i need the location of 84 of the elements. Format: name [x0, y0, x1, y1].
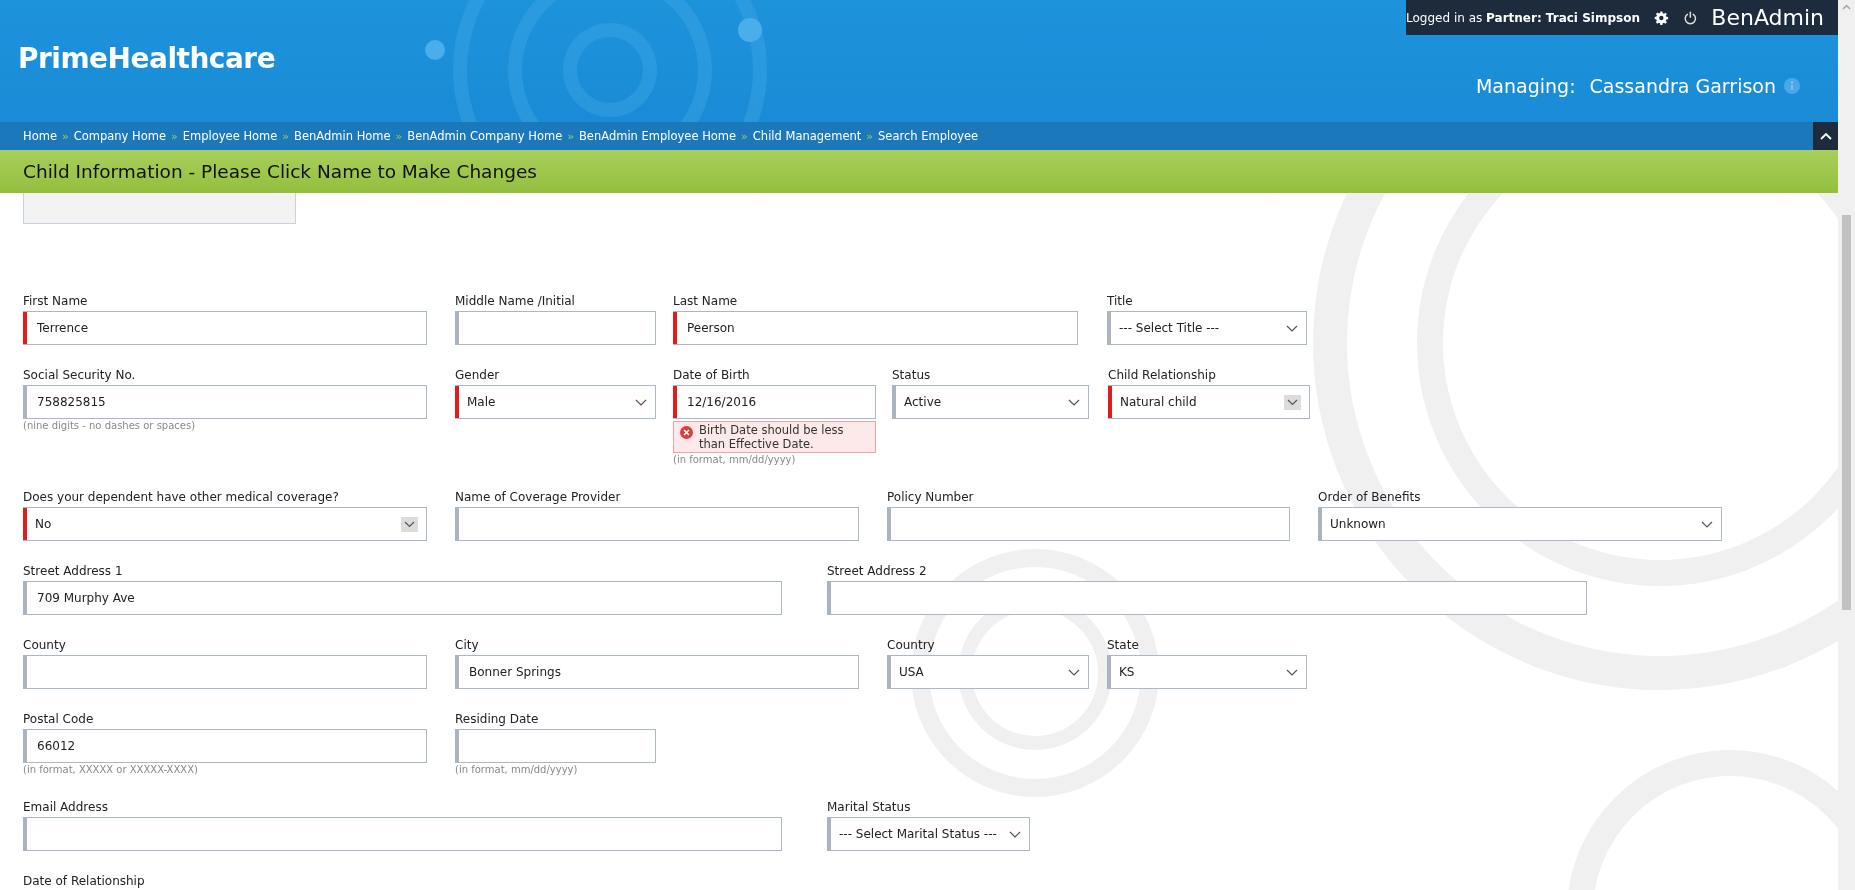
breadcrumb-separator: »	[395, 129, 403, 143]
company-logo: PrimeHealthcare	[17, 41, 276, 77]
breadcrumb-separator: »	[171, 129, 178, 143]
dropdown-field[interactable]: Active	[892, 385, 1089, 419]
field-hint: (in format, XXXXX or XXXXX-XXXX)	[23, 763, 199, 777]
breadcrumb-link[interactable]: Company Home	[73, 129, 167, 143]
breadcrumb-separator: »	[741, 129, 748, 143]
breadcrumb-link[interactable]: BenAdmin Home	[294, 129, 391, 143]
chevron-down-icon	[1009, 830, 1021, 838]
dropdown-field[interactable]: Natural child	[1108, 385, 1310, 419]
field-label: Does your dependent have other medical coverage?	[23, 489, 340, 506]
field-label: County	[23, 637, 67, 654]
breadcrumb-link[interactable]: Child Management	[752, 129, 862, 143]
text-field[interactable]	[455, 311, 656, 345]
breadcrumb-link[interactable]: BenAdmin Employee Home	[578, 129, 737, 143]
field-label: Date of Relationship	[23, 873, 146, 890]
text-field[interactable]: 66012	[23, 729, 427, 763]
breadcrumb-separator: »	[866, 129, 873, 143]
dropdown-field[interactable]: --- Select Title ---	[1107, 311, 1307, 345]
text-field[interactable]	[455, 507, 859, 541]
dropdown-field[interactable]: Unknown	[1318, 507, 1722, 541]
error-icon	[680, 426, 693, 439]
text-field[interactable]	[455, 729, 656, 763]
chevron-down-icon	[1701, 520, 1713, 528]
field-label: Street Address 1	[23, 563, 124, 580]
field-label: Gender	[455, 367, 501, 384]
text-field[interactable]	[887, 507, 1290, 541]
error-text: Birth Date should be less than Effective Date.	[699, 423, 845, 451]
field-label: Status	[892, 367, 932, 384]
managed-employee-name: Cassandra Garrison	[1589, 75, 1776, 97]
field-label: First Name	[23, 293, 89, 310]
breadcrumb-link[interactable]: BenAdmin Company Home	[407, 129, 563, 143]
app-name: BenAdmin	[1711, 5, 1824, 30]
chevron-down-icon	[1286, 668, 1298, 676]
collapse-button[interactable]	[1813, 122, 1838, 150]
field-label: Country	[887, 637, 936, 654]
dropdown-field[interactable]: No	[23, 507, 427, 541]
text-field[interactable]: Peerson	[673, 311, 1078, 345]
page-title: Child Information - Please Click Name to Make Changes	[23, 161, 537, 182]
chevron-down-icon	[1286, 324, 1298, 332]
field-label: Social Security No.	[23, 367, 137, 384]
breadcrumb-link[interactable]: Home	[23, 129, 57, 143]
field-label: Middle Name /Initial	[455, 293, 576, 310]
text-field[interactable]: 758825815	[23, 385, 427, 419]
field-label: Order of Benefits	[1318, 489, 1422, 506]
breadcrumb-separator: »	[567, 129, 574, 143]
text-field[interactable]	[23, 655, 427, 689]
dropdown-field[interactable]: --- Select Marital Status ---	[827, 817, 1030, 851]
field-hint: (in format, mm/dd/yyyy)	[673, 453, 797, 467]
info-icon[interactable]	[1784, 78, 1800, 94]
text-field[interactable]	[23, 817, 782, 851]
managing-label: Managing:	[1475, 75, 1576, 97]
caret-up-icon	[1819, 132, 1832, 140]
dropdown-field[interactable]: Male	[455, 385, 656, 419]
text-field[interactable]: 12/16/2016	[673, 385, 876, 419]
breadcrumb-link[interactable]: Employee Home	[182, 129, 278, 143]
field-label: Title	[1107, 293, 1134, 310]
breadcrumb-separator: »	[61, 129, 69, 143]
field-label: Child Relationship	[1108, 367, 1217, 384]
breadcrumb-link[interactable]: Search Employee	[878, 129, 979, 143]
field-label: Postal Code	[23, 711, 95, 728]
text-field[interactable]: Bonner Springs	[455, 655, 859, 689]
text-field[interactable]	[827, 581, 1587, 615]
field-label: Name of Coverage Provider	[455, 489, 622, 506]
field-label: Residing Date	[455, 711, 540, 728]
logged-in-text: Logged in as Partner: Traci Simpson	[1406, 10, 1640, 25]
field-label: Last Name	[673, 293, 739, 310]
chevron-down-icon	[1068, 668, 1080, 676]
field-label: Email Address	[23, 799, 109, 816]
field-hint: (in format, mm/dd/yyyy)	[455, 763, 579, 777]
field-label: Policy Number	[887, 489, 975, 506]
chevron-down-icon	[635, 398, 647, 406]
field-hint: (nine digits - no dashes or spaces)	[23, 419, 197, 433]
field-label: State	[1107, 637, 1140, 654]
breadcrumb-separator: »	[282, 129, 290, 143]
dropdown-field[interactable]: KS	[1107, 655, 1307, 689]
field-label: Date of Birth	[673, 367, 751, 384]
chevron-down-icon	[1068, 398, 1080, 406]
text-field[interactable]: Terrence	[23, 311, 427, 345]
field-label: City	[455, 637, 480, 654]
text-field[interactable]: 709 Murphy Ave	[23, 581, 782, 615]
dropdown-field[interactable]: USA	[887, 655, 1089, 689]
field-label: Marital Status	[827, 799, 912, 816]
field-label: Street Address 2	[827, 563, 928, 580]
